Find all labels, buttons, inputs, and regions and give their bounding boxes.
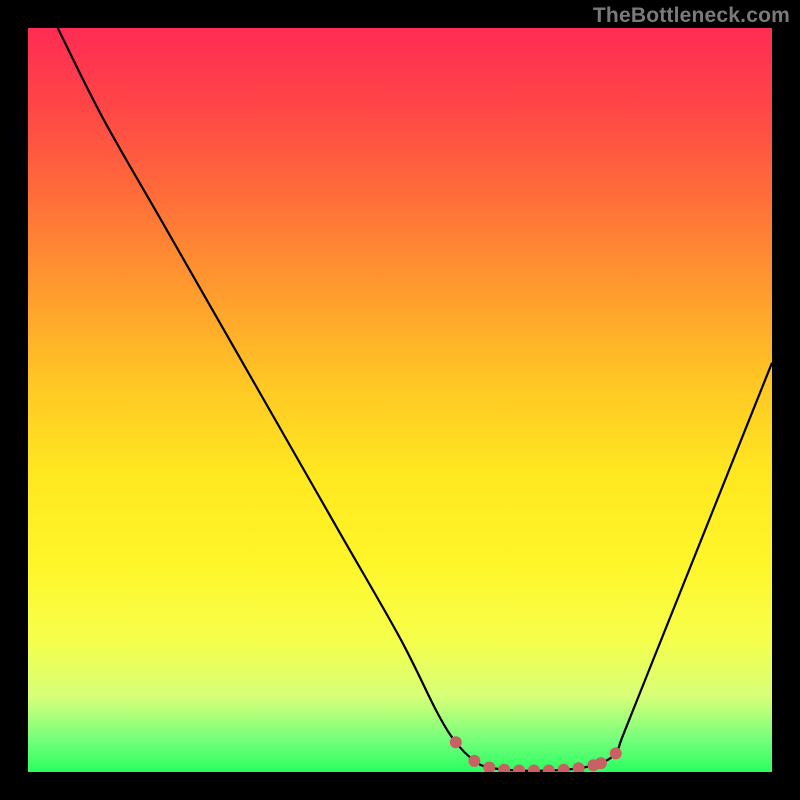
sweet-spot-marker — [573, 762, 585, 772]
chart-svg — [28, 28, 772, 772]
sweet-spot-marker — [528, 765, 540, 772]
sweet-spot-marker — [483, 762, 495, 772]
sweet-spot-marker — [595, 757, 607, 769]
bottleneck-curve-line — [58, 28, 772, 771]
sweet-spot-marker — [610, 747, 622, 759]
sweet-spot-marker — [450, 736, 462, 748]
sweet-spot-marker — [558, 764, 570, 772]
watermark-text: TheBottleneck.com — [593, 4, 790, 28]
sweet-spot-marker — [498, 764, 510, 772]
sweet-spot-marker — [513, 765, 525, 772]
sweet-spot-markers — [450, 736, 622, 772]
chart-plot-area — [28, 28, 772, 772]
sweet-spot-marker — [543, 765, 555, 772]
sweet-spot-marker — [468, 755, 480, 767]
